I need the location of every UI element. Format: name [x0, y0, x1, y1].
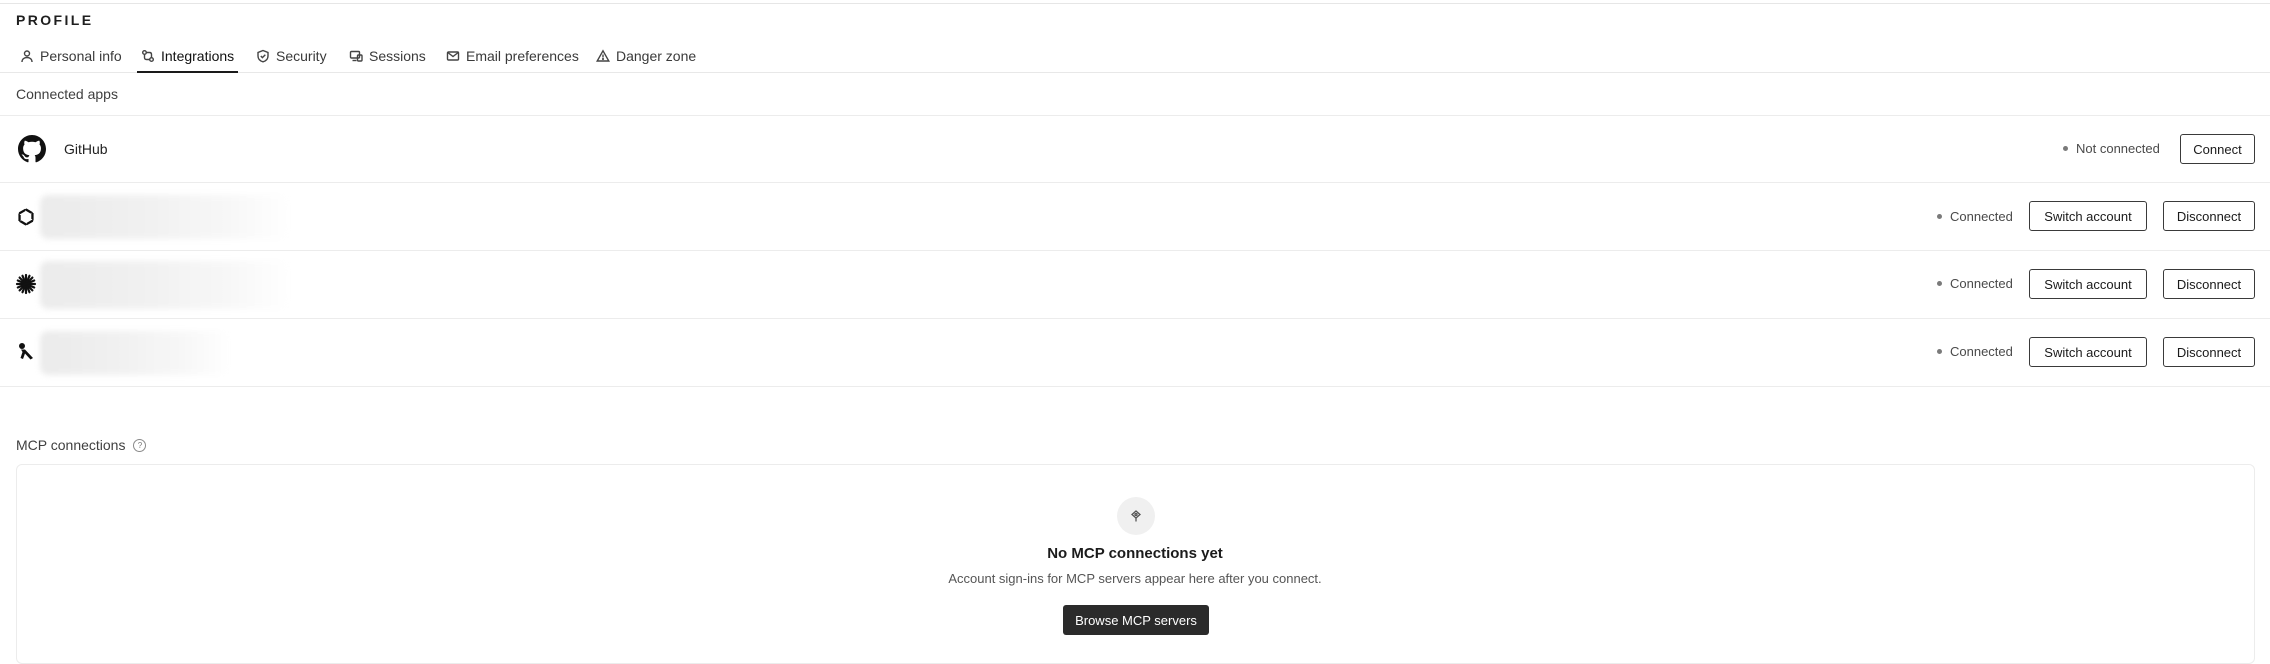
tab-sessions[interactable]: Sessions [345, 40, 430, 72]
tab-danger-zone[interactable]: Danger zone [592, 40, 700, 72]
connection-status: Connected [1937, 276, 2013, 291]
figure-icon [9, 335, 43, 369]
switch-account-button[interactable]: Switch account [2029, 201, 2147, 231]
disconnect-button[interactable]: Disconnect [2163, 201, 2255, 231]
page-title: PROFILE [16, 12, 94, 28]
connection-status: Connected [1937, 209, 2013, 224]
empty-state-subtitle: Account sign-ins for MCP servers appear … [948, 571, 1322, 586]
connected-apps-label: Connected apps [16, 86, 118, 102]
status-text: Connected [1950, 276, 2013, 291]
openai-icon [9, 200, 43, 234]
redacted-app-name [40, 261, 290, 309]
app-row-github: GitHub Not connected Connect [0, 115, 2270, 183]
mail-icon [446, 51, 460, 61]
tab-label: Personal info [40, 48, 122, 64]
help-icon[interactable]: ? [133, 438, 147, 452]
switch-account-button[interactable]: Switch account [2029, 269, 2147, 299]
status-text: Connected [1950, 344, 2013, 359]
status-dot [2063, 146, 2068, 151]
user-icon [21, 50, 33, 63]
disconnect-button[interactable]: Disconnect [2163, 269, 2255, 299]
status-text: Connected [1950, 209, 2013, 224]
tab-label: Security [276, 48, 327, 64]
tab-integrations[interactable]: Integrations [137, 40, 239, 73]
status-dot [1937, 214, 1942, 219]
redacted-app-name [40, 331, 230, 375]
app-name: GitHub [64, 141, 108, 157]
status-dot [1937, 349, 1942, 354]
disconnect-button[interactable]: Disconnect [2163, 337, 2255, 367]
switch-account-button[interactable]: Switch account [2029, 337, 2147, 367]
status-text: Not connected [2076, 141, 2160, 156]
integrations-icon [142, 49, 154, 62]
mcp-connections-label: MCP connections ? [16, 437, 147, 453]
app-row: Connected Switch account Disconnect [0, 250, 2270, 318]
sessions-icon [349, 50, 363, 62]
connect-button[interactable]: Connect [2180, 134, 2255, 164]
app-row: Connected Switch account Disconnect [0, 182, 2270, 250]
tab-label: Email preferences [466, 48, 579, 64]
tab-email-preferences[interactable]: Email preferences [442, 40, 583, 72]
profile-tabs: Personal info Integrations Security Sess… [0, 40, 2270, 73]
empty-state-title: No MCP connections yet [1047, 545, 1223, 562]
shield-icon [257, 49, 269, 63]
plug-icon [1117, 497, 1155, 535]
warning-icon [596, 49, 610, 62]
mcp-label-text: MCP connections [16, 437, 126, 453]
tab-label: Danger zone [616, 48, 697, 64]
app-row: Connected Switch account Disconnect [0, 318, 2270, 387]
status-dot [1937, 281, 1942, 286]
tab-personal-info[interactable]: Personal info [16, 40, 126, 72]
top-divider [0, 3, 2270, 4]
redacted-app-name [40, 195, 290, 239]
tab-label: Integrations [161, 47, 235, 64]
connection-status: Connected [1937, 344, 2013, 359]
browse-mcp-servers-button[interactable]: Browse MCP servers [1063, 605, 1209, 635]
github-icon [15, 132, 49, 166]
asterisk-icon [9, 267, 43, 301]
connection-status: Not connected [2063, 141, 2160, 156]
tab-security[interactable]: Security [252, 40, 331, 72]
tab-label: Sessions [369, 48, 426, 64]
